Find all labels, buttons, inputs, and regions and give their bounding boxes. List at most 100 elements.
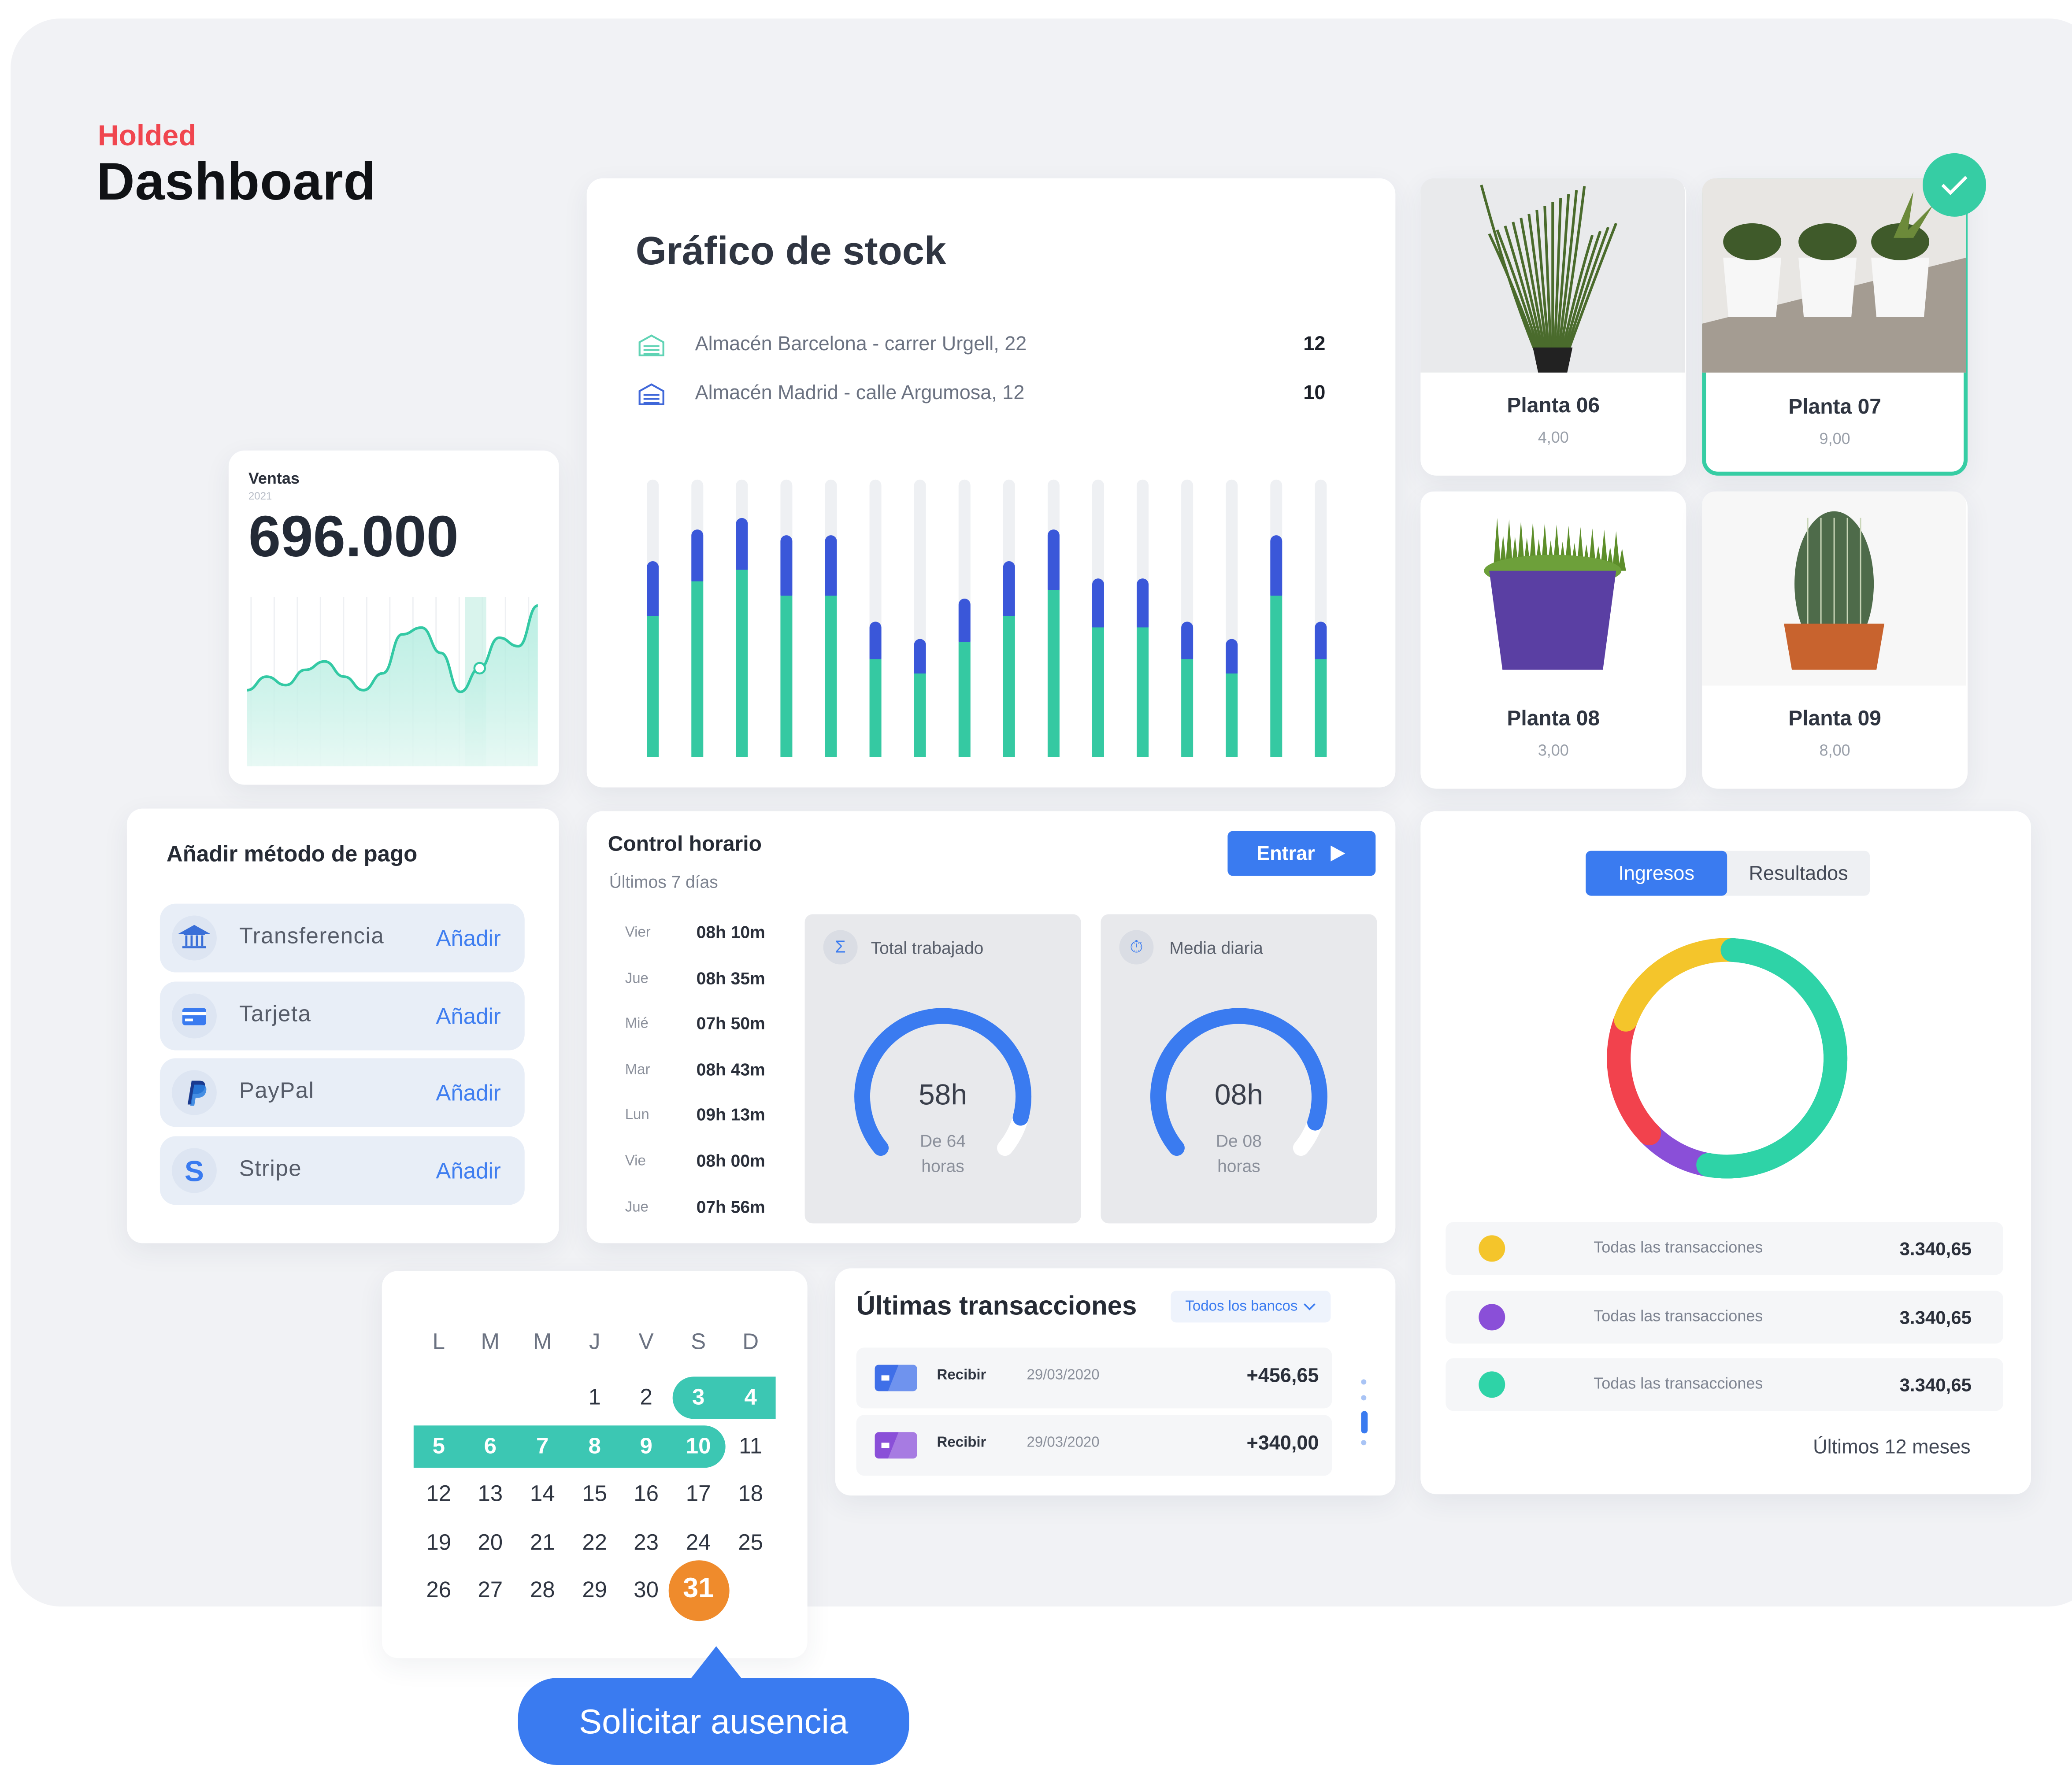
payment-method-label: Transferencia	[239, 923, 385, 949]
schedule-hours: 08h 43m	[696, 1059, 765, 1079]
calendar-day[interactable]: 11	[731, 1433, 771, 1459]
calendar-day[interactable]: 14	[523, 1481, 562, 1507]
enter-button[interactable]: Entrar	[1227, 831, 1376, 876]
stock-bar-madrid	[647, 561, 659, 622]
calendar-day[interactable]: 3	[678, 1384, 718, 1411]
stock-bar-madrid	[914, 639, 926, 679]
stock-bar-barcelona	[1226, 673, 1238, 757]
legend-label: Todas las transacciones	[1594, 1306, 1763, 1325]
stock-bar-madrid	[869, 622, 882, 665]
stock-bar-barcelona	[1092, 627, 1104, 757]
bank-icon	[171, 915, 217, 961]
schedule-day: Mié	[625, 1016, 649, 1032]
stock-bar-barcelona	[1270, 596, 1282, 757]
sparkline-marker[interactable]	[473, 662, 486, 675]
payment-method-label: PayPal	[239, 1078, 315, 1103]
add-payment-method-button[interactable]: Añadir	[436, 1158, 500, 1184]
transaction-row[interactable]: Recibir 29/03/2020 +456,65	[856, 1347, 1332, 1409]
calendar-day[interactable]: 24	[678, 1529, 718, 1556]
stock-bar-barcelona	[691, 581, 704, 757]
plant-card[interactable]: Planta 06 4,00	[1420, 178, 1687, 476]
add-payment-method-button[interactable]: Añadir	[436, 1080, 500, 1107]
schedule-day: Jue	[625, 970, 649, 987]
plant-price: 9,00	[1819, 429, 1850, 448]
income-period: Últimos 12 meses	[1813, 1436, 1971, 1459]
credit-card-icon	[875, 1365, 917, 1391]
tab-resultados[interactable]: Resultados	[1727, 851, 1870, 896]
daily-average-of: De 08 horas	[1101, 1128, 1377, 1178]
legend-dot	[1479, 1303, 1505, 1330]
add-payment-method-button[interactable]: Añadir	[436, 1003, 500, 1030]
request-absence-button[interactable]: Solicitar ausencia	[518, 1678, 909, 1765]
calendar-day[interactable]: 16	[626, 1481, 666, 1507]
calendar-day[interactable]: 8	[575, 1433, 615, 1459]
calendar-day[interactable]: 9	[626, 1433, 666, 1459]
calendar-day[interactable]: 4	[731, 1384, 771, 1411]
schedule-title: Control horario	[608, 833, 762, 856]
schedule-hours: 08h 00m	[696, 1151, 765, 1171]
calendar-day[interactable]: 12	[419, 1481, 459, 1507]
warehouse-name: Almacén Madrid - calle Argumosa, 12	[695, 381, 1025, 404]
bank-filter-dropdown[interactable]: Todos los bancos	[1171, 1291, 1331, 1323]
calendar-weekday: L	[432, 1329, 445, 1354]
calendar-day-today[interactable]: 31	[678, 1573, 718, 1605]
stock-bar-madrid	[1315, 622, 1327, 665]
calendar-day[interactable]: 29	[575, 1577, 615, 1604]
dashboard-page: Holded Dashboard Ventas 2021 696.000 Grá…	[0, 0, 2072, 1765]
calendar-day[interactable]: 18	[731, 1481, 771, 1507]
calendar-day[interactable]: 20	[471, 1529, 510, 1556]
stock-bar-madrid	[958, 599, 971, 648]
calendar-day[interactable]: 22	[575, 1529, 615, 1556]
calendar-day[interactable]: 13	[471, 1481, 510, 1507]
schedule-hours: 08h 35m	[696, 968, 765, 988]
calendar-weekday: D	[742, 1329, 759, 1354]
plant-name: Planta 07	[1788, 396, 1881, 419]
cta-pointer	[687, 1646, 745, 1684]
calendar-day[interactable]: 19	[419, 1529, 459, 1556]
donut-segment[interactable]	[1607, 1007, 1661, 1146]
transaction-amount: +340,00	[1246, 1432, 1319, 1455]
transaction-date: 29/03/2020	[1027, 1367, 1100, 1384]
plant-card[interactable]: Planta 09 8,00	[1702, 491, 1968, 789]
calendar-day[interactable]: 5	[419, 1433, 459, 1459]
legend-value: 3.340,65	[1899, 1238, 1972, 1259]
calendar-weekday: S	[691, 1329, 706, 1354]
tab-ingresos[interactable]: Ingresos	[1586, 851, 1727, 896]
transaction-label: Recibir	[937, 1435, 986, 1451]
calendar-day[interactable]: 7	[523, 1433, 562, 1459]
calendar-day[interactable]: 28	[523, 1577, 562, 1604]
plant-price: 4,00	[1538, 428, 1569, 447]
calendar-day[interactable]: 17	[678, 1481, 718, 1507]
schedule-day: Mar	[625, 1062, 650, 1078]
total-worked-box: Σ Total trabajado 58h De 64 horas	[804, 914, 1081, 1224]
calendar-day[interactable]: 30	[626, 1577, 666, 1604]
donut-segment[interactable]	[1696, 938, 1848, 1179]
plant-name: Planta 08	[1507, 708, 1600, 731]
add-payment-method-button[interactable]: Añadir	[436, 926, 500, 953]
calendar-day[interactable]: 21	[523, 1529, 562, 1556]
calendar-day[interactable]: 25	[731, 1529, 771, 1556]
stock-bar-madrid	[825, 535, 837, 601]
calendar-day[interactable]: 26	[419, 1577, 459, 1604]
transaction-row[interactable]: Recibir 29/03/2020 +340,00	[856, 1415, 1332, 1476]
plant-card[interactable]: Planta 07 9,00	[1702, 178, 1968, 476]
scrollbar-thumb[interactable]	[1361, 1411, 1368, 1434]
payment-method-row: Transferencia Añadir	[159, 903, 525, 973]
calendar-day[interactable]: 27	[471, 1577, 510, 1604]
calendar-day[interactable]: 2	[626, 1384, 666, 1411]
calendar-weekday: M	[481, 1329, 500, 1354]
calendar-day[interactable]: 1	[575, 1384, 615, 1411]
legend-dot	[1479, 1371, 1505, 1398]
plant-card[interactable]: Planta 08 3,00	[1420, 491, 1687, 789]
plant-image	[1420, 491, 1685, 686]
legend-value: 3.340,65	[1899, 1374, 1972, 1395]
calendar-day[interactable]: 6	[471, 1433, 510, 1459]
calendar-day[interactable]: 10	[678, 1433, 718, 1459]
legend-label: Todas las transacciones	[1594, 1238, 1763, 1257]
stock-bar-barcelona	[1003, 616, 1015, 757]
calendar-day[interactable]: 15	[575, 1481, 615, 1507]
income-legend-row: Todas las transacciones 3.340,65	[1446, 1290, 2004, 1343]
calendar-day[interactable]: 23	[626, 1529, 666, 1556]
donut-segment[interactable]	[1614, 938, 1745, 1032]
payment-method-label: Tarjeta	[239, 1001, 311, 1026]
